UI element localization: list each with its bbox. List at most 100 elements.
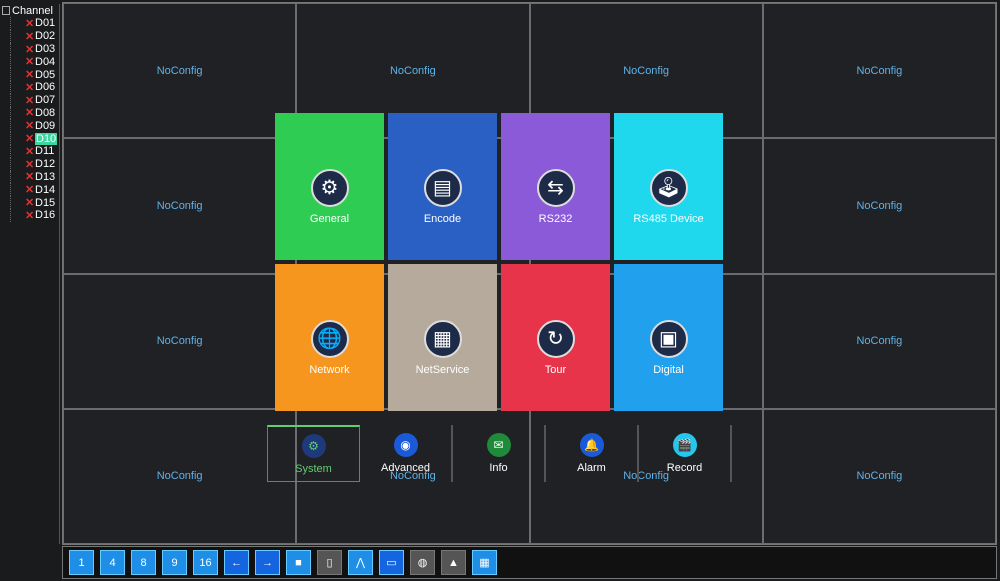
netservice-icon: ▦ xyxy=(423,319,462,358)
channel-item[interactable]: ✕ D07 xyxy=(10,93,59,107)
channel-tree-root[interactable]: Channel xyxy=(2,4,59,17)
disconnected-x-icon: ✕ xyxy=(25,184,35,197)
no-config-label: NoConfig xyxy=(856,199,903,212)
no-config-label: NoConfig xyxy=(856,470,903,483)
disconnected-x-icon: ✕ xyxy=(25,30,35,43)
tile-label: NetService xyxy=(415,363,470,376)
channel-item[interactable]: ✕ D08 xyxy=(10,106,59,120)
disconnected-x-icon: ✕ xyxy=(25,133,35,146)
prev-button[interactable]: ← xyxy=(224,550,249,575)
disconnected-x-icon: ✕ xyxy=(25,107,35,120)
collapse-icon[interactable] xyxy=(2,6,10,15)
channel-item[interactable]: ✕ D15 xyxy=(10,196,59,209)
channel-item[interactable]: ✕ D09 xyxy=(10,119,59,132)
channel-item[interactable]: ✕ D03 xyxy=(10,42,59,56)
channel-item[interactable]: ✕ D01 xyxy=(10,17,59,30)
video-cell[interactable]: NoConfig xyxy=(63,3,297,139)
bottom-toolbar: 1 4 8 9 16 ← → ■ ▯ ⋀ ▭ ◍ ▲ ▦ xyxy=(62,546,997,579)
channel-item[interactable]: ✕ D05 xyxy=(10,68,59,81)
no-config-label: NoConfig xyxy=(156,199,203,212)
joystick-icon: 🕹 xyxy=(649,168,688,207)
disconnected-x-icon: ✕ xyxy=(25,120,35,133)
tab-record[interactable]: 🎬 Record xyxy=(639,425,732,482)
channel-label: D09 xyxy=(35,119,56,132)
video-cell[interactable]: NoConfig xyxy=(762,138,996,274)
menu-tile-netservice[interactable]: ▦ NetService xyxy=(388,264,497,411)
disconnected-x-icon: ✕ xyxy=(25,17,35,30)
fullscreen-button[interactable]: ■ xyxy=(286,550,311,575)
channel-item[interactable]: ✕ D02 xyxy=(10,29,59,43)
tab-label: Info xyxy=(489,462,508,474)
layout-8-button[interactable]: 8 xyxy=(131,550,156,575)
tab-alarm[interactable]: 🔔 Alarm xyxy=(546,425,639,482)
channel-label: D06 xyxy=(35,81,56,94)
tab-system[interactable]: ⚙ System xyxy=(267,425,360,482)
menu-tile-rs485-device[interactable]: 🕹 RS485 Device xyxy=(614,113,723,260)
qr-button[interactable]: ▦ xyxy=(472,550,497,575)
disconnected-x-icon: ✕ xyxy=(25,94,35,107)
menu-tile-rs232[interactable]: ⇆ RS232 xyxy=(501,113,610,260)
info-icon: ✉ xyxy=(486,433,511,457)
tile-label: Encode xyxy=(423,212,462,225)
user-button[interactable]: ▲ xyxy=(441,550,466,575)
channel-item[interactable]: ✕ D10 xyxy=(10,132,59,145)
video-cell[interactable]: NoConfig xyxy=(63,273,297,409)
channel-label: D10 xyxy=(35,132,58,145)
no-config-label: NoConfig xyxy=(156,335,203,348)
channel-item[interactable]: ✕ D13 xyxy=(10,170,59,184)
menu-tile-tour[interactable]: ↻ Tour xyxy=(501,264,610,411)
next-button[interactable]: → xyxy=(255,550,280,575)
video-cell[interactable]: NoConfig xyxy=(63,408,297,544)
channel-item[interactable]: ✕ D16 xyxy=(10,208,59,222)
disconnected-x-icon: ✕ xyxy=(25,171,35,184)
menu-tile-digital[interactable]: ▣ Digital xyxy=(614,264,723,411)
channel-item[interactable]: ✕ D04 xyxy=(10,55,59,68)
layout-9-button[interactable]: 9 xyxy=(162,550,187,575)
channel-label: D14 xyxy=(35,183,56,196)
channel-label: D16 xyxy=(35,209,56,222)
channel-label: D11 xyxy=(35,145,55,158)
ptz-button[interactable]: ▯ xyxy=(317,550,342,575)
no-config-label: NoConfig xyxy=(623,64,670,77)
no-config-label: NoConfig xyxy=(156,470,203,483)
layout-16-button[interactable]: 16 xyxy=(193,550,218,575)
channel-item[interactable]: ✕ D11 xyxy=(10,144,59,158)
tile-label: Network xyxy=(309,363,350,376)
menu-tile-encode[interactable]: ▤ Encode xyxy=(388,113,497,260)
globe-button[interactable]: ◍ xyxy=(410,550,435,575)
tab-label: System xyxy=(295,462,332,475)
channel-item[interactable]: ✕ D14 xyxy=(10,183,59,196)
disconnected-x-icon: ✕ xyxy=(25,145,35,158)
channel-label: D03 xyxy=(35,42,56,55)
menu-tile-general[interactable]: ⚙ General xyxy=(275,113,384,260)
chart-button[interactable]: ⋀ xyxy=(348,550,373,575)
channel-item[interactable]: ✕ D12 xyxy=(10,157,59,171)
camera-icon: ◉ xyxy=(393,433,418,457)
refresh-icon: ↻ xyxy=(536,319,575,358)
no-config-label: NoConfig xyxy=(156,64,203,77)
video-cell[interactable]: NoConfig xyxy=(762,408,996,544)
gears-icon: ⚙ xyxy=(310,168,349,207)
layout-1-button[interactable]: 1 xyxy=(69,550,94,575)
tab-info[interactable]: ✉ Info xyxy=(453,425,546,482)
tab-advanced[interactable]: ◉ Advanced xyxy=(360,425,453,482)
system-menu: ⚙ General ▤ Encode ⇆ RS232 🕹 RS485 Device 🌐 Netwo… xyxy=(275,113,723,411)
disconnected-x-icon: ✕ xyxy=(25,56,35,69)
channel-label: D15 xyxy=(35,196,56,209)
menu-tile-network[interactable]: 🌐 Network xyxy=(275,264,384,411)
layout-4-button[interactable]: 4 xyxy=(100,550,125,575)
video-cell[interactable]: NoConfig xyxy=(63,138,297,274)
monitor-button[interactable]: ▭ xyxy=(379,550,404,575)
tab-label: Record xyxy=(666,462,703,474)
channel-item[interactable]: ✕ D06 xyxy=(10,80,59,94)
video-cell[interactable]: NoConfig xyxy=(762,273,996,409)
tile-label: Digital xyxy=(653,363,684,376)
disconnected-x-icon: ✕ xyxy=(25,158,35,171)
channel-tree: Channel ✕ D01 ✕ D02 ✕ D03 ✕ D04 ✕ D05 ✕ D06 ✕ D07 ✕ D08… xyxy=(2,4,60,544)
menu-tabs: ⚙ System ◉ Advanced ✉ Info 🔔 Alarm 🎬 Record xyxy=(267,425,732,482)
no-config-label: NoConfig xyxy=(856,335,903,348)
disconnected-x-icon: ✕ xyxy=(25,209,35,222)
video-cell[interactable]: NoConfig xyxy=(762,3,996,139)
channel-label: D08 xyxy=(35,106,56,119)
disconnected-x-icon: ✕ xyxy=(25,69,35,82)
